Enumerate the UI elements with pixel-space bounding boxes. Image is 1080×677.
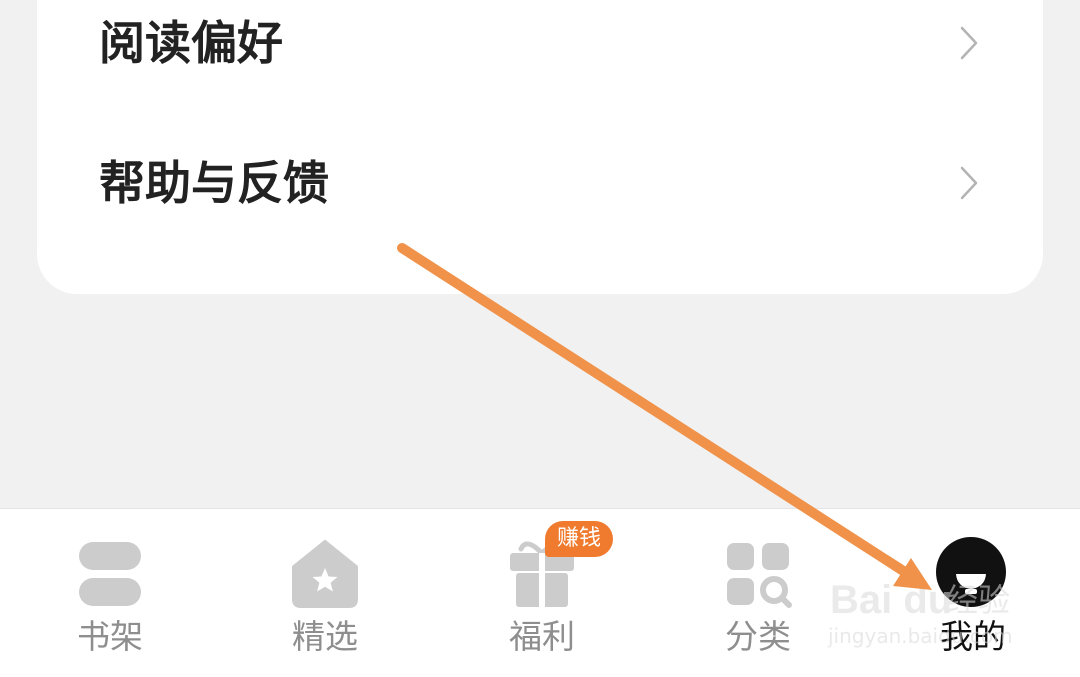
tab-bookshelf[interactable]: 书架 [35, 509, 185, 677]
featured-house-star-icon [292, 540, 358, 608]
category-grid-icon [727, 543, 792, 608]
tab-label: 书架 [77, 617, 143, 656]
menu-item-help-feedback[interactable]: 帮助与反馈 [37, 140, 1043, 260]
tab-featured[interactable]: 精选 [250, 509, 400, 677]
watermark-url: jingyan.baidu.com [828, 624, 1013, 648]
bookshelf-icon [79, 542, 141, 606]
menu-item-label: 阅读偏好 [99, 16, 283, 70]
baidu-jingyan-watermark: Bai du 经验 jingyan.baidu.com [826, 580, 1036, 652]
tab-welfare[interactable]: 赚钱 福利 [467, 509, 617, 677]
menu-item-label: 帮助与反馈 [99, 156, 329, 210]
earn-money-badge: 赚钱 [545, 521, 614, 557]
tab-label: 分类 [725, 617, 791, 656]
chevron-right-icon [960, 26, 978, 60]
settings-card: 阅读偏好 帮助与反馈 [37, 0, 1043, 294]
watermark-text: 经验 [946, 581, 1011, 619]
chevron-right-icon [960, 166, 978, 200]
tab-label: 福利 [509, 617, 575, 656]
menu-item-reading-preferences[interactable]: 阅读偏好 [37, 0, 1043, 120]
watermark-logo: Bai du [830, 578, 953, 622]
tab-label: 精选 [292, 617, 358, 656]
tab-category[interactable]: 分类 [683, 509, 833, 677]
